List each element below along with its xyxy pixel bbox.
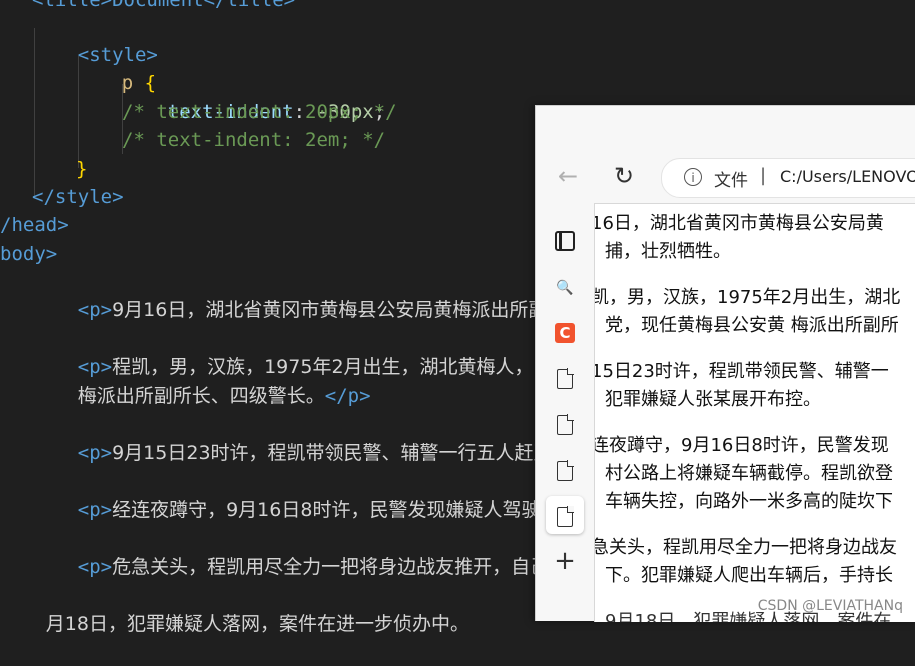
sidebar-tab-button[interactable] xyxy=(546,450,584,488)
p-text: 梅派出所副所长、四级警长。 xyxy=(77,385,325,407)
sidebar-search-button[interactable]: 🔍 xyxy=(546,266,584,304)
page-line: 连夜蹲守，9月16日8时许，民警发现 xyxy=(594,435,889,456)
refresh-icon[interactable]: ↻ xyxy=(614,164,638,188)
watermark: CSDN @LEVIATHANq xyxy=(757,598,903,614)
p-text: 危急关头，程凯用尽全力一把将身边战友推开，自己 xyxy=(112,556,550,578)
p-text: 经连夜蹲守，9月16日8时许，民警发现嫌疑人驾驶 xyxy=(112,499,541,521)
code-comment: /* text-indent: 2em; */ xyxy=(122,129,386,151)
sidebar-add-button[interactable]: + xyxy=(546,542,584,580)
info-icon[interactable]: i xyxy=(684,168,702,186)
code-line-head-close: /head> xyxy=(0,214,69,236)
address-bar[interactable]: i 文件 | C:/Users/LENOVO xyxy=(661,158,915,198)
page-line: 下。犯罪嫌疑人爬出车辆后，手持长 xyxy=(605,565,893,586)
address-scheme-label: 文件 xyxy=(714,171,748,191)
sidebar-csdn-button[interactable]: C xyxy=(546,312,584,350)
csdn-icon: C xyxy=(555,322,575,343)
code-line-p6: 月18日，犯罪嫌疑人落网，案件在进一步侦办中。 xyxy=(0,582,469,666)
css-brace-close: } xyxy=(76,158,88,180)
browser-window[interactable]: ← ↻ i 文件 | C:/Users/LENOVO 🔍 C + 16日，湖北省… xyxy=(535,105,915,622)
page-line: 凯，男，汉族，1975年2月出生，湖北 xyxy=(594,287,901,308)
tag-p: <p> xyxy=(77,556,113,578)
sidebar-tab-button[interactable] xyxy=(546,358,584,396)
p-text: 月18日，犯罪嫌疑人落网，案件在进一步侦办中。 xyxy=(45,613,469,635)
page-viewport[interactable]: 16日，湖北省黄冈市黄梅县公安局黄 捕，壮烈牺牲。 凯，男，汉族，1975年2月… xyxy=(594,203,915,622)
browser-sidebar: 🔍 C + xyxy=(536,206,594,621)
page-line: 犯罪嫌疑人张某展开布控。 xyxy=(605,389,821,410)
search-icon: 🔍 xyxy=(556,280,574,296)
address-url[interactable]: C:/Users/LENOVO xyxy=(780,167,915,186)
document-icon xyxy=(557,413,574,435)
page-line: 15日23时许，程凯带领民警、辅警一 xyxy=(594,361,889,382)
code-line-title: <title>Document</title> xyxy=(32,0,296,11)
page-line: 捕，壮烈牺牲。 xyxy=(605,241,731,262)
p-text: 9月15日23时许，程凯带领民警、辅警一行五人赶至 xyxy=(112,442,553,464)
page-line: 车辆失控，向路外一米多高的陡坎下 xyxy=(605,491,893,512)
document-icon xyxy=(557,459,574,481)
sidebar-tab-button-active[interactable] xyxy=(546,496,584,534)
p-text: 9月16日，湖北省黄冈市黄梅县公安局黄梅派出所副 xyxy=(112,299,548,321)
code-comment: /* text-indent: 20px; */ xyxy=(122,101,397,123)
tag-p: <p> xyxy=(77,442,113,464)
address-separator: | xyxy=(760,165,767,186)
sidebar-panel-button[interactable] xyxy=(546,220,584,258)
document-icon xyxy=(557,505,574,527)
back-arrow-icon[interactable]: ← xyxy=(558,164,582,188)
tag-p: <p> xyxy=(77,499,113,521)
page-line: 16日，湖北省黄冈市黄梅县公安局黄 xyxy=(594,213,884,234)
page-line: 村公路上将嫌疑车辆截停。程凯欲登 xyxy=(605,463,893,484)
sidebar-tab-button[interactable] xyxy=(546,404,584,442)
panel-icon xyxy=(555,230,575,251)
code-line-body-open: body> xyxy=(0,243,58,265)
tag-p: <p> xyxy=(77,299,113,321)
code-line-style-close: </style> xyxy=(32,186,124,208)
tag-p-close: </p> xyxy=(324,385,371,407)
document-icon xyxy=(557,367,574,389)
page-line: 党，现任黄梅县公安黄 梅派出所副所 xyxy=(605,315,899,336)
page-line: 急关头，程凯用尽全力一把将身边战友 xyxy=(594,537,897,558)
